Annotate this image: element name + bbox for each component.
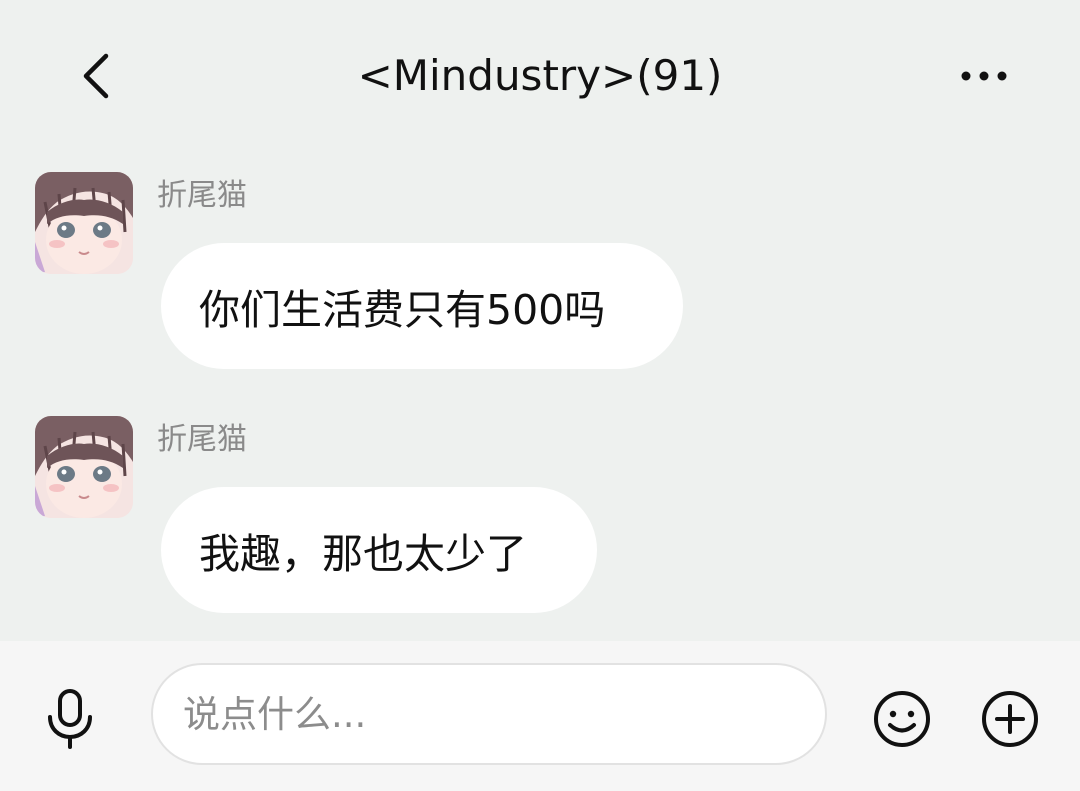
microphone-icon xyxy=(48,689,92,749)
more-horizontal-icon xyxy=(961,71,1007,81)
chat-header: <Mindustry>(91) xyxy=(0,0,1080,150)
voice-input-button[interactable] xyxy=(36,685,104,753)
input-bar xyxy=(0,641,1080,791)
sender-name: 折尾猫 xyxy=(157,178,247,213)
message-bubble[interactable]: 你们生活费只有500吗 xyxy=(161,243,683,369)
avatar[interactable] xyxy=(35,416,133,518)
avatar[interactable] xyxy=(35,172,133,274)
more-actions-button[interactable] xyxy=(976,685,1044,753)
smiley-icon xyxy=(874,691,930,747)
message-bubble[interactable]: 我趣，那也太少了 xyxy=(161,487,597,613)
sender-name: 折尾猫 xyxy=(157,422,247,457)
anime-girl-avatar xyxy=(35,172,133,274)
message-input[interactable] xyxy=(151,663,827,765)
plus-circle-icon xyxy=(982,691,1038,747)
emoji-button[interactable] xyxy=(868,685,936,753)
more-options-button[interactable] xyxy=(948,40,1020,112)
chat-title: <Mindustry>(91) xyxy=(357,51,723,100)
anime-girl-avatar xyxy=(35,416,133,518)
